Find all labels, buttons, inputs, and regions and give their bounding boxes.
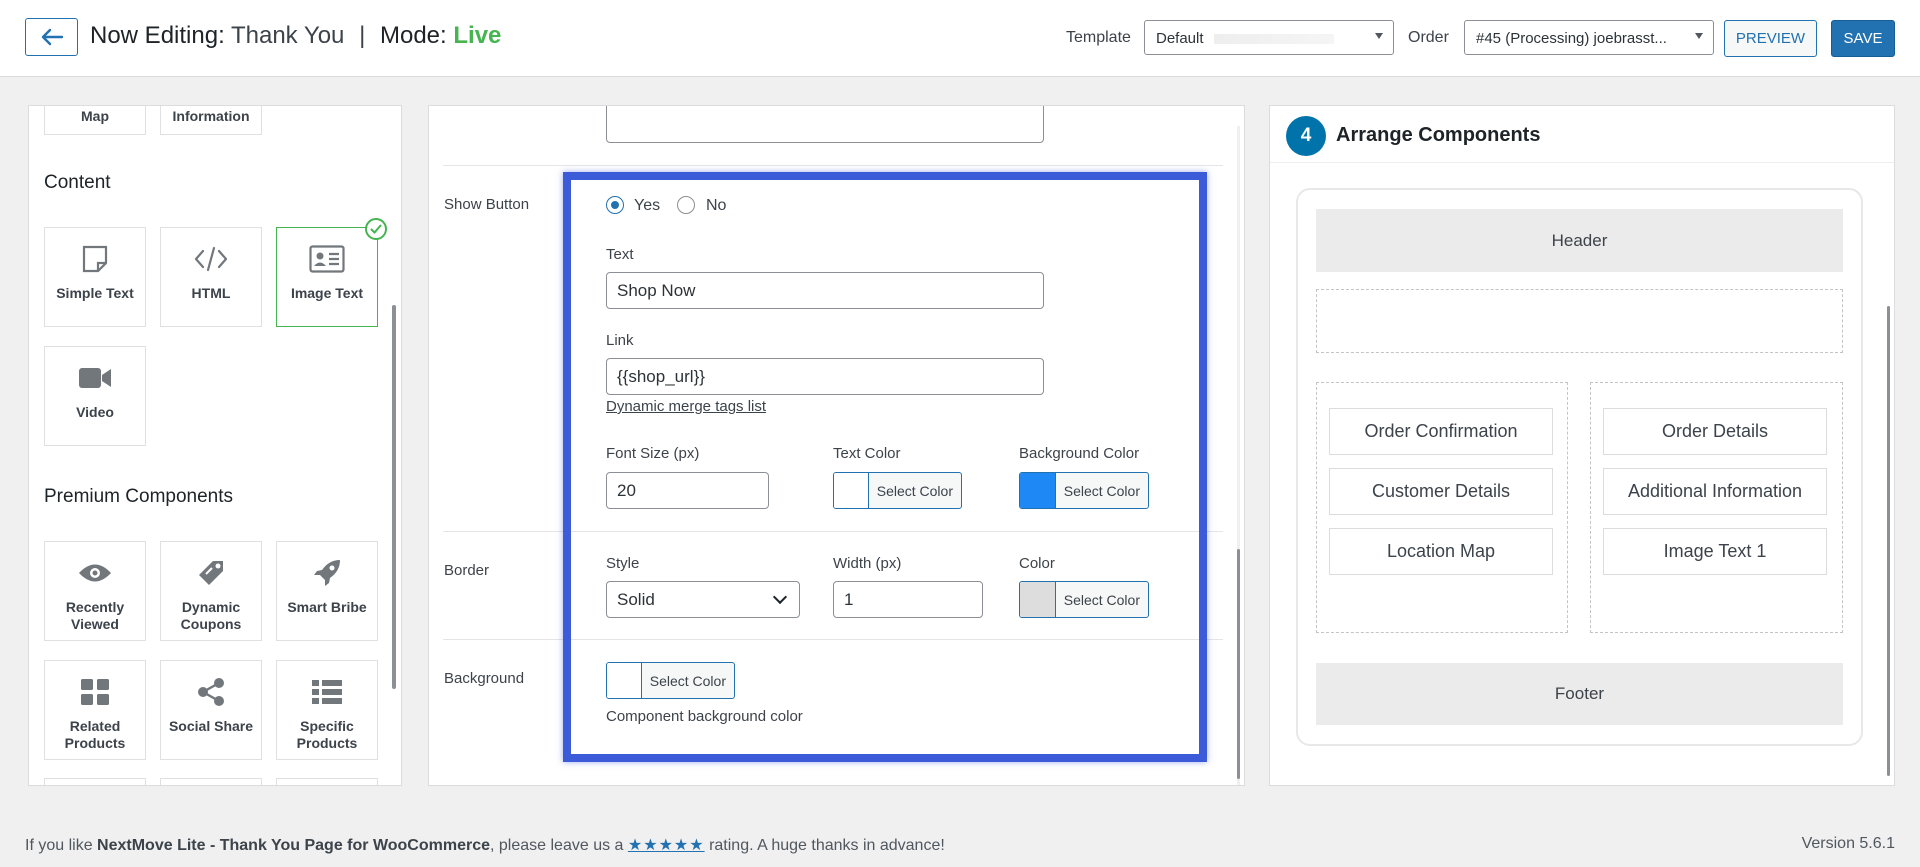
tile-label: Map (81, 108, 109, 124)
tile-label: Video (76, 404, 114, 420)
eye-icon (45, 556, 145, 590)
component-tile-html[interactable]: HTML (160, 227, 262, 327)
components-panel: Map Information Content Simple Text HTML… (28, 105, 402, 786)
arrow-left-icon (41, 28, 63, 46)
back-button[interactable] (25, 18, 78, 56)
component-order-confirmation[interactable]: Order Confirmation (1329, 408, 1553, 455)
editing-value: Thank You (230, 22, 345, 49)
component-order-details[interactable]: Order Details (1603, 408, 1827, 455)
component-tile-social-share[interactable]: Social Share (160, 660, 262, 760)
component-settings-panel: Show Button Yes No Text Shop Now Link {{… (428, 105, 1245, 786)
list-icon (277, 675, 377, 709)
component-location-map[interactable]: Location Map (1329, 528, 1553, 575)
check-icon (365, 218, 387, 240)
template-select[interactable]: Default (1144, 20, 1394, 55)
component-additional-information[interactable]: Additional Information (1603, 468, 1827, 515)
rocket-icon (277, 556, 377, 590)
title-separator: | (359, 22, 366, 49)
layout-header[interactable]: Header (1316, 209, 1843, 272)
component-tile-map[interactable]: Map (44, 106, 146, 135)
preview-button[interactable]: PREVIEW (1724, 20, 1817, 57)
tile-label: Smart Bribe (287, 599, 367, 615)
component-tile-recently-viewed[interactable]: Recently Viewed (44, 541, 146, 641)
component-tile-image-text[interactable]: Image Text (276, 218, 387, 327)
drop-zone-top[interactable] (1316, 289, 1843, 353)
component-tile-video[interactable]: Video (44, 346, 146, 446)
rating-stars-link[interactable]: ★★★★★ (628, 837, 705, 854)
template-select-value: Default (1156, 30, 1204, 47)
arrange-scrollbar[interactable] (1887, 306, 1890, 776)
tile-label: Image Text (290, 285, 364, 301)
tile-label: Social Share (168, 718, 254, 734)
component-tile-dynamic-coupons[interactable]: Dynamic Coupons (160, 541, 262, 641)
show-button-label: Show Button (444, 196, 530, 213)
top-bar: Now Editing: Thank You | Mode: Live Temp… (0, 0, 1920, 77)
tile-label: Specific Products (296, 718, 358, 751)
grid-icon (45, 675, 145, 709)
component-tile-information[interactable]: Information (160, 106, 262, 135)
code-icon (161, 242, 261, 276)
footer-suffix: rating. A huge thanks in advance! (709, 837, 945, 854)
mode-label: Mode: (379, 22, 447, 49)
component-tile-partial[interactable] (276, 778, 378, 785)
content-heading: Content (44, 172, 111, 193)
editing-label: Now Editing: (90, 22, 225, 49)
tile-label: Recently Viewed (65, 599, 125, 632)
divider (443, 165, 1223, 166)
order-label: Order (1408, 29, 1449, 46)
background-label: Background (444, 670, 525, 687)
settings-scrollbar[interactable] (1237, 549, 1240, 779)
border-label: Border (444, 562, 490, 579)
layout-footer[interactable]: Footer (1316, 663, 1843, 725)
template-label: Template (1066, 29, 1131, 46)
mode-value: Live (453, 22, 502, 49)
component-tile-related-products[interactable]: Related Products (44, 660, 146, 760)
page-title: Now Editing: Thank You | Mode: Live (90, 22, 501, 50)
arrange-components-panel: 4 Arrange Components Header Order Confir… (1269, 105, 1895, 786)
components-scrollbar[interactable] (392, 305, 396, 689)
tile-label: Related Products (64, 718, 126, 751)
video-icon (45, 361, 145, 395)
tile-label: Information (172, 108, 250, 124)
component-customer-details[interactable]: Customer Details (1329, 468, 1553, 515)
component-tile-specific-products[interactable]: Specific Products (276, 660, 378, 760)
order-select-value: #45 (Processing) joebrasst... (1476, 30, 1667, 47)
tile-label: Simple Text (56, 285, 134, 301)
note-icon (45, 242, 145, 276)
coupon-icon (161, 556, 261, 590)
component-tile-partial[interactable] (160, 778, 262, 785)
image-text-icon (277, 242, 377, 276)
footer-credit: If you like NextMove Lite - Thank You Pa… (25, 835, 945, 855)
tile-label: Dynamic Coupons (180, 599, 242, 632)
premium-heading: Premium Components (44, 486, 234, 507)
footer-plugin-name: NextMove Lite - Thank You Page for WooCo… (97, 837, 491, 854)
divider (1270, 162, 1894, 163)
component-tile-simple-text[interactable]: Simple Text (44, 227, 146, 327)
footer-middle: , please leave us a (490, 837, 624, 854)
tile-label: HTML (191, 285, 231, 301)
version-text: Version 5.6.1 (1801, 835, 1895, 852)
footer-prefix: If you like (25, 837, 93, 854)
component-tile-smart-bribe[interactable]: Smart Bribe (276, 541, 378, 641)
component-tile-partial[interactable] (44, 778, 146, 785)
order-select[interactable]: #45 (Processing) joebrasst... (1464, 20, 1714, 55)
arrange-title: Arrange Components (1336, 124, 1541, 146)
chevron-down-icon (1695, 33, 1703, 39)
save-button[interactable]: SAVE (1831, 20, 1895, 57)
share-icon (161, 675, 261, 709)
highlight-box (563, 172, 1207, 762)
step-badge: 4 (1286, 116, 1326, 156)
chevron-down-icon (1375, 33, 1383, 39)
previous-field-input[interactable] (606, 106, 1044, 143)
component-image-text-1[interactable]: Image Text 1 (1603, 528, 1827, 575)
